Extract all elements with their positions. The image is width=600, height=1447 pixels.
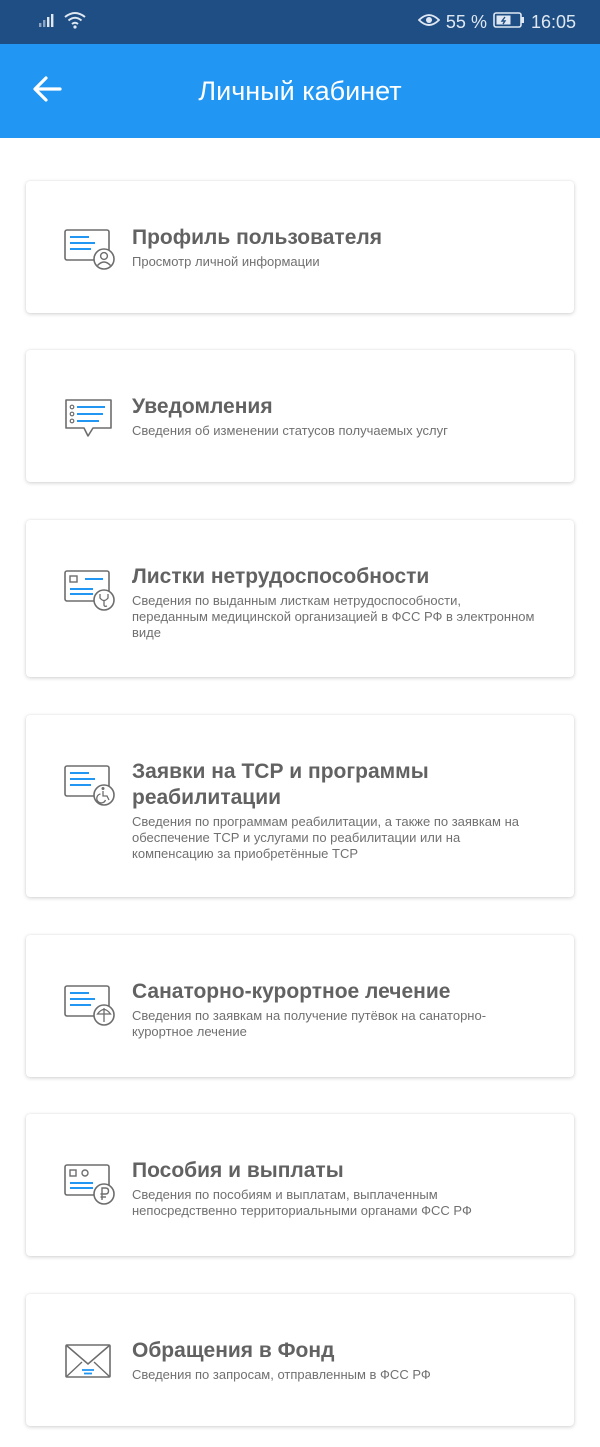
notifications-list-icon [63,396,121,446]
benefits-card[interactable]: Пособия и выплаты Сведения по пособиям и… [26,1114,574,1256]
battery-icon [493,10,525,34]
appeals-card[interactable]: Обращения в Фонд Сведения по запросам, о… [26,1294,574,1426]
rehabilitation-card[interactable]: Заявки на ТСР и программы реабилитации С… [26,715,574,897]
benefits-ruble-icon [63,1160,121,1210]
card-title: Санаторно-курортное лечение [132,980,451,1003]
page-title: Личный кабинет [198,76,402,106]
card-title: Профиль пользователя [132,226,382,249]
status-bar: 55 % 16:05 [0,0,600,44]
card-description: Сведения по запросам, отправленным в ФСС… [132,1367,431,1382]
card-title: Уведомления [132,395,273,418]
card-description: Сведения по заявкам на получение путёвок… [132,1008,487,1039]
sick-leave-icon [63,566,121,616]
card-title: Заявки на ТСР и программы реабилитации [132,760,429,809]
profile-document-icon [63,225,121,275]
card-description: Сведения по выданным листкам нетрудоспос… [132,593,535,640]
wifi-icon [64,11,86,34]
card-description: Сведения по пособиям и выплатам, выплаче… [132,1187,472,1218]
signal-icon [38,12,58,33]
sick-leave-card[interactable]: Листки нетрудоспособности Сведения по вы… [26,520,574,677]
card-title: Пособия и выплаты [132,1159,344,1182]
clock: 16:05 [530,12,576,32]
card-description: Сведения по программам реабилитации, а т… [132,814,519,861]
card-description: Просмотр личной информации [132,254,320,269]
app-bar: Личный кабинет [0,44,600,138]
profile-card[interactable]: Профиль пользователя Просмотр личной инф… [26,181,574,313]
card-title: Листки нетрудоспособности [132,565,430,588]
sanatorium-card[interactable]: Санаторно-курортное лечение Сведения по … [26,935,574,1077]
sanatorium-icon [63,981,121,1031]
notifications-card[interactable]: Уведомления Сведения об изменении статус… [26,350,574,482]
card-description: Сведения об изменении статусов получаемы… [132,423,448,438]
rehabilitation-icon [63,761,121,811]
battery-percent: 55 % [445,12,487,32]
card-title: Обращения в Фонд [132,1339,335,1362]
eye-comfort-icon [417,10,441,34]
envelope-icon [63,1338,121,1388]
